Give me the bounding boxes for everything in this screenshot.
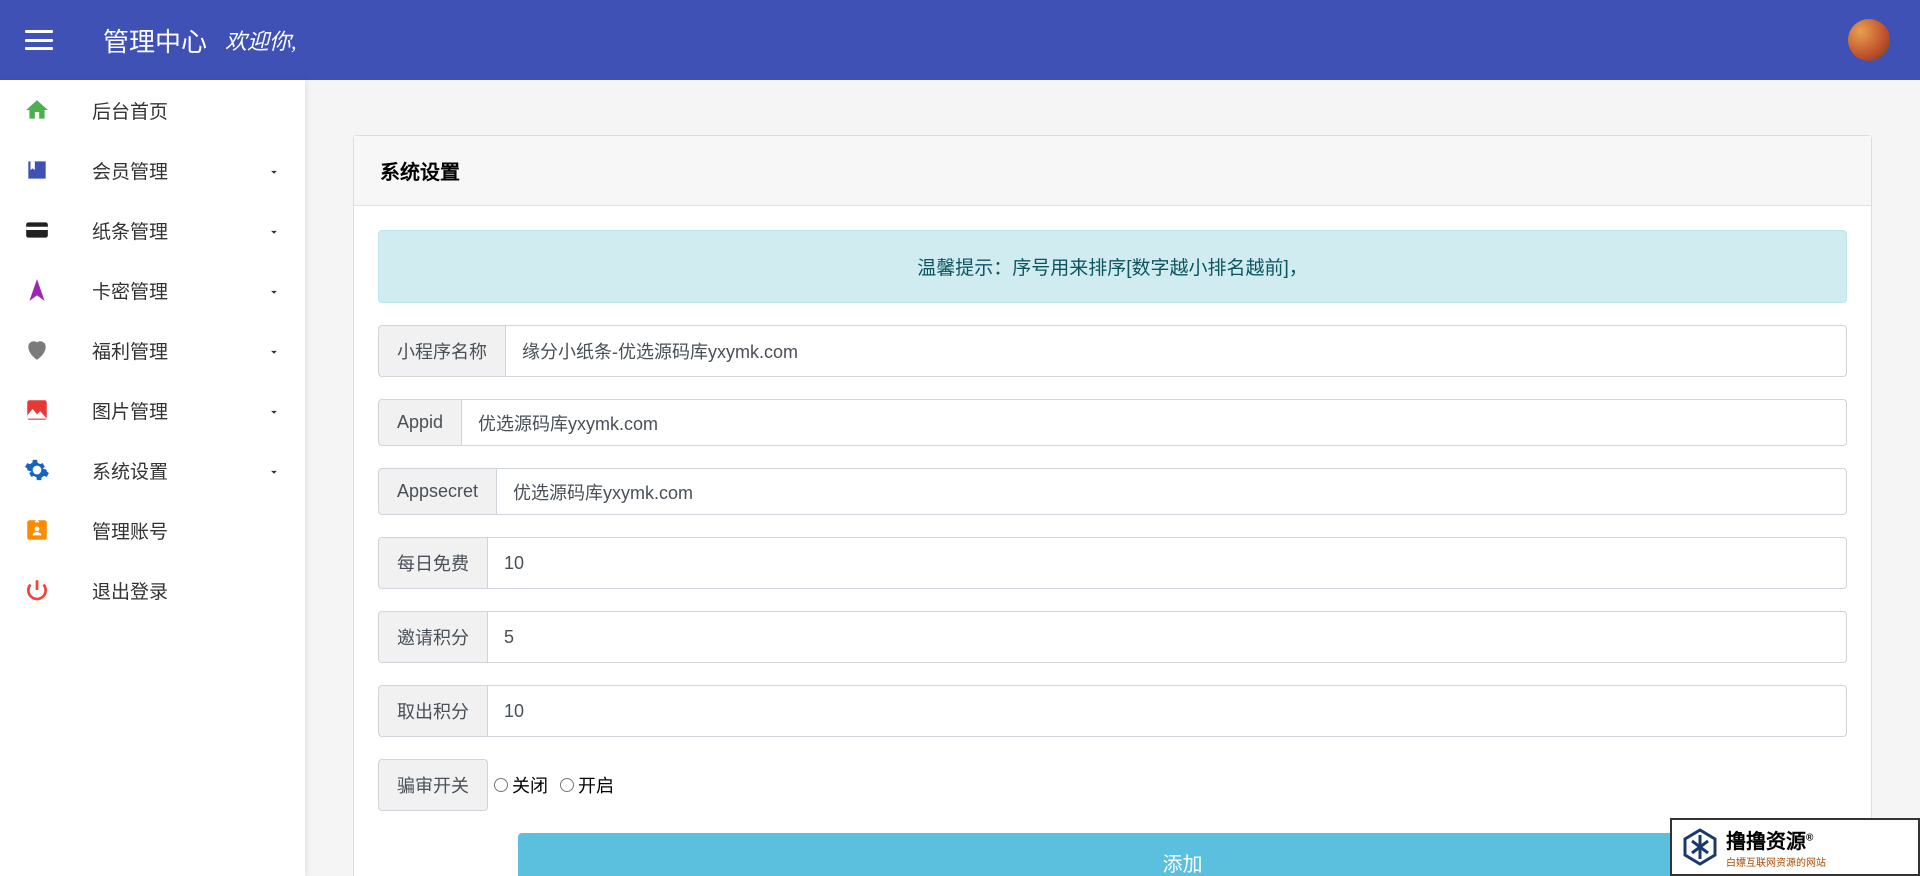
radio-input-on[interactable] [560, 778, 574, 792]
info-alert: 温馨提示：序号用来排序[数字越小排名越前]， [378, 230, 1847, 303]
withdraw-points-input[interactable] [487, 685, 1847, 737]
radio-option-off[interactable]: 关闭 [494, 772, 548, 798]
field-appid: Appid [378, 399, 1847, 446]
submit-button[interactable]: 添加 [518, 833, 1847, 876]
header-title: 管理中心 [103, 22, 207, 59]
avatar[interactable] [1848, 19, 1890, 61]
sidebar-item-label: 系统设置 [92, 457, 267, 484]
sidebar-item-accounts[interactable]: 管理账号 [0, 500, 305, 560]
home-icon [24, 97, 50, 123]
menu-toggle-icon[interactable] [25, 30, 53, 50]
sidebar-item-home[interactable]: 后台首页 [0, 80, 305, 140]
field-label: 邀请积分 [378, 611, 487, 663]
sidebar-item-logout[interactable]: 退出登录 [0, 560, 305, 620]
field-label: 每日免费 [378, 537, 487, 589]
field-label: Appid [378, 399, 461, 446]
sidebar-item-notes[interactable]: 纸条管理 [0, 200, 305, 260]
settings-card: 系统设置 温馨提示：序号用来排序[数字越小排名越前]， 小程序名称 Appid … [353, 135, 1872, 876]
appid-input[interactable] [461, 399, 1847, 446]
invite-points-input[interactable] [487, 611, 1847, 663]
chevron-down-icon [267, 403, 281, 417]
field-label: 骗审开关 [378, 759, 488, 811]
sidebar: 后台首页 会员管理 纸条管理 卡密管理 福利管理 图片管理 系统设置 管理账号 … [0, 80, 305, 876]
chevron-down-icon [267, 463, 281, 477]
sidebar-item-members[interactable]: 会员管理 [0, 140, 305, 200]
watermark-subtitle: 白嫖互联网资源的网站 [1726, 854, 1826, 869]
radio-input-off[interactable] [494, 778, 508, 792]
gear-icon [24, 457, 50, 483]
sidebar-item-label: 福利管理 [92, 337, 267, 364]
watermark: 撸撸资源® 白嫖互联网资源的网站 [1670, 818, 1920, 876]
sidebar-item-images[interactable]: 图片管理 [0, 380, 305, 440]
app-header: 管理中心 欢迎你, [0, 0, 1920, 80]
card-icon [24, 217, 50, 243]
field-label: 取出积分 [378, 685, 487, 737]
appsecret-input[interactable] [496, 468, 1847, 515]
bookmark-icon [24, 157, 50, 183]
field-app-name: 小程序名称 [378, 325, 1847, 377]
watermark-logo-icon [1680, 827, 1720, 867]
chevron-down-icon [267, 343, 281, 357]
welcome-text: 欢迎你, [225, 24, 297, 56]
card-title: 系统设置 [354, 136, 1871, 206]
field-label: 小程序名称 [378, 325, 505, 377]
field-daily-free: 每日免费 [378, 537, 1847, 589]
chevron-down-icon [267, 283, 281, 297]
daily-free-input[interactable] [487, 537, 1847, 589]
heart-icon [24, 337, 50, 363]
chevron-down-icon [267, 223, 281, 237]
assignment-icon [24, 517, 50, 543]
field-audit-switch: 骗审开关 关闭 开启 [378, 759, 1847, 811]
sidebar-item-label: 卡密管理 [92, 277, 267, 304]
radio-label: 开启 [578, 772, 614, 798]
sidebar-item-label: 会员管理 [92, 157, 267, 184]
sidebar-item-cards[interactable]: 卡密管理 [0, 260, 305, 320]
sidebar-item-label: 后台首页 [92, 97, 281, 124]
chevron-down-icon [267, 163, 281, 177]
nav-icon [24, 277, 50, 303]
field-withdraw-points: 取出积分 [378, 685, 1847, 737]
sidebar-item-label: 图片管理 [92, 397, 267, 424]
field-label: Appsecret [378, 468, 496, 515]
card-body: 温馨提示：序号用来排序[数字越小排名越前]， 小程序名称 Appid Appse… [354, 206, 1871, 876]
sidebar-item-settings[interactable]: 系统设置 [0, 440, 305, 500]
sidebar-item-welfare[interactable]: 福利管理 [0, 320, 305, 380]
radio-option-on[interactable]: 开启 [560, 772, 614, 798]
sidebar-item-label: 管理账号 [92, 517, 281, 544]
watermark-title: 撸撸资源® [1726, 825, 1826, 854]
image-icon [24, 397, 50, 423]
power-icon [24, 577, 50, 603]
field-invite-points: 邀请积分 [378, 611, 1847, 663]
main-content: 系统设置 温馨提示：序号用来排序[数字越小排名越前]， 小程序名称 Appid … [305, 80, 1920, 876]
sidebar-item-label: 纸条管理 [92, 217, 267, 244]
field-appsecret: Appsecret [378, 468, 1847, 515]
radio-label: 关闭 [512, 772, 548, 798]
sidebar-item-label: 退出登录 [92, 577, 281, 604]
app-name-input[interactable] [505, 325, 1847, 377]
